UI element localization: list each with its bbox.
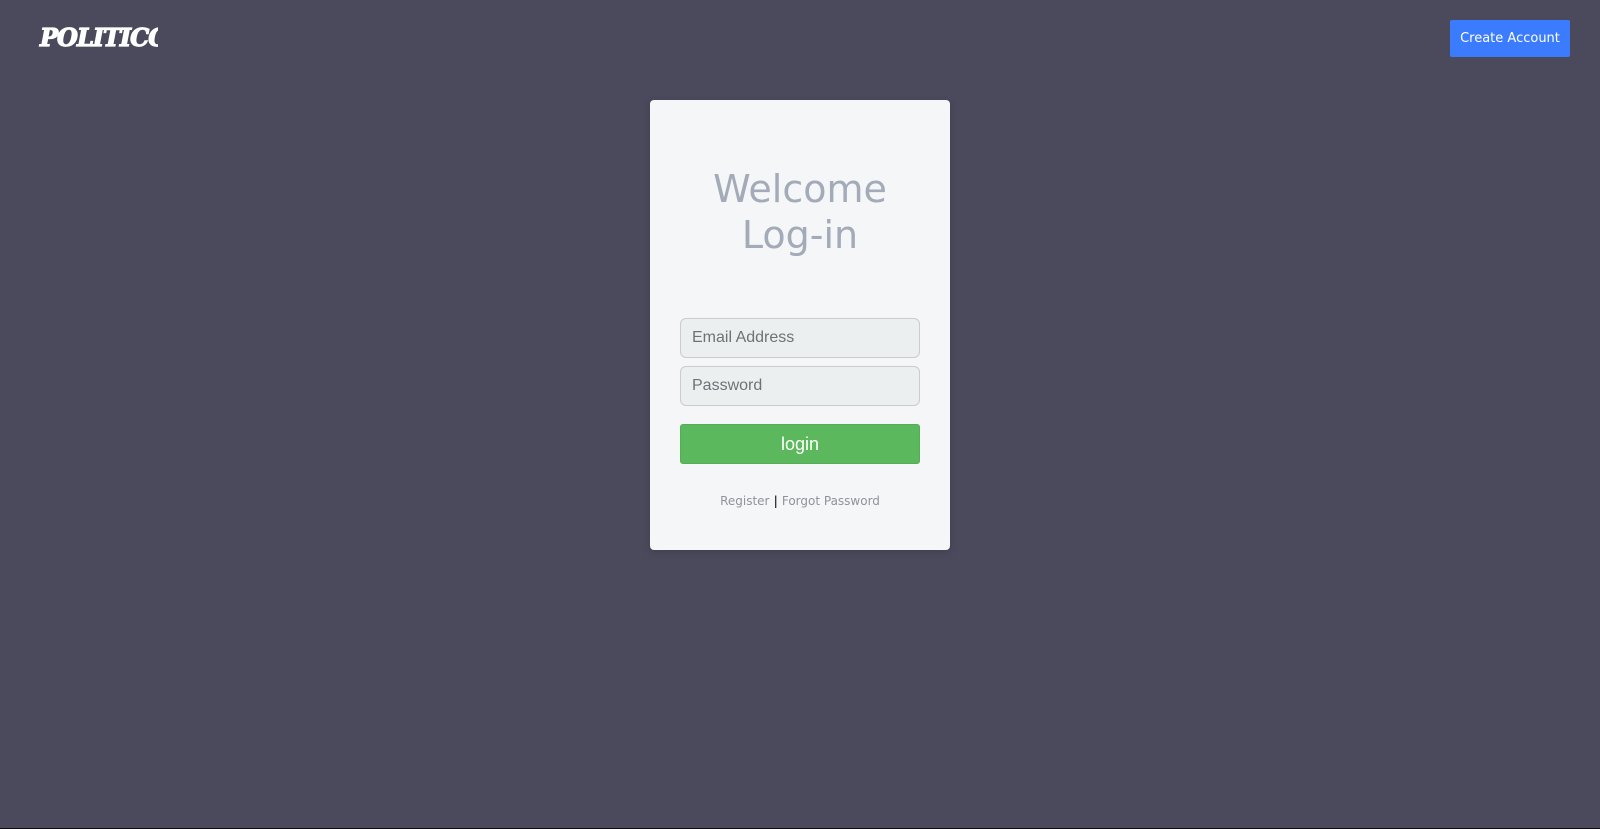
register-link[interactable]: Register — [720, 494, 769, 508]
title-line-welcome: Welcome — [713, 167, 887, 211]
politico-logo[interactable]: POLITICO — [38, 20, 158, 56]
auth-links: Register | Forgot Password — [650, 494, 950, 508]
logo-text: POLITICO — [39, 23, 158, 52]
logo-wordmark: POLITICO — [38, 22, 158, 52]
login-button[interactable]: login — [680, 424, 920, 464]
login-card: Welcome Log-in login Register | Forgot Pas… — [650, 100, 950, 550]
link-separator: | — [773, 494, 778, 508]
password-field[interactable] — [680, 366, 920, 406]
login-page: POLITICO Create Account Welcome Log-in l… — [0, 0, 1600, 829]
login-title: Welcome Log-in — [650, 166, 950, 258]
email-field[interactable] — [680, 318, 920, 358]
create-account-button[interactable]: Create Account — [1450, 20, 1570, 57]
title-line-login: Log-in — [741, 213, 859, 257]
forgot-password-link[interactable]: Forgot Password — [782, 494, 880, 508]
